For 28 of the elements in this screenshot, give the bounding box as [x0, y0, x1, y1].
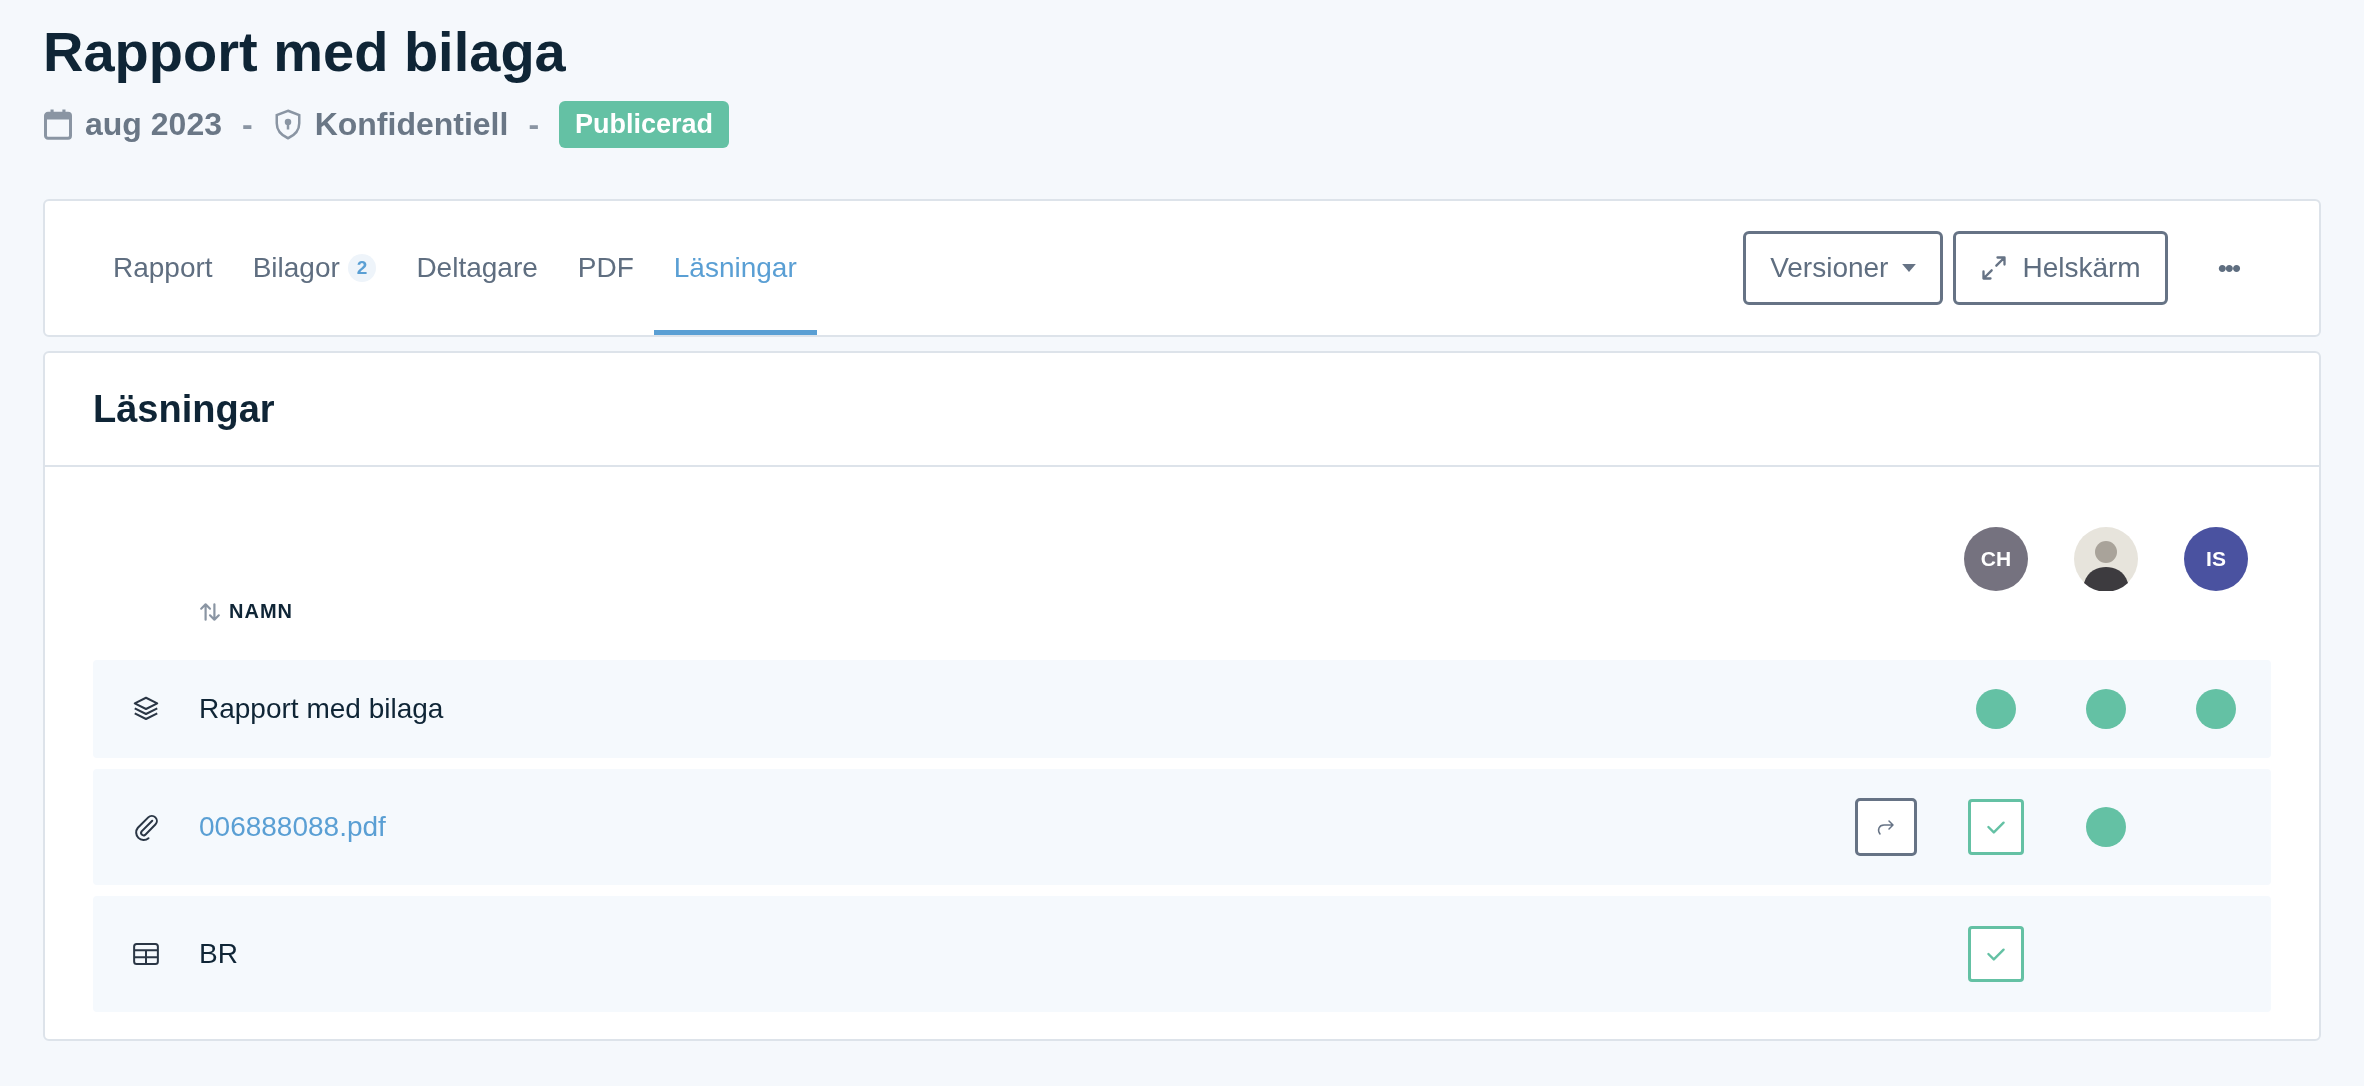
caret-icon	[1902, 264, 1917, 272]
tab[interactable]: PDF	[557, 201, 654, 335]
tab[interactable]: Rapport	[93, 201, 233, 335]
separator: -	[528, 105, 540, 143]
item-name: BR	[199, 938, 238, 969]
avatar: IS	[2184, 527, 2248, 591]
avatar: CH	[1964, 527, 2028, 591]
item-name: Rapport med bilaga	[199, 693, 444, 724]
separator: -	[241, 105, 253, 143]
sort-icon	[199, 600, 221, 623]
name-column-header[interactable]: NAMN	[199, 600, 293, 623]
panel-title: Läsningar	[93, 387, 275, 431]
calendar-icon	[43, 107, 73, 141]
forward-button[interactable]	[1855, 798, 1917, 856]
page-title: Rapport med bilaga	[43, 19, 567, 85]
tab[interactable]: Bilagor 2	[232, 201, 397, 335]
count-badge: 2	[347, 254, 377, 282]
tab[interactable]: Läsningar	[653, 201, 817, 335]
avatar-silhouette-icon	[2074, 527, 2138, 591]
classification-text: Konfidentiell	[314, 105, 509, 143]
status-badge: Publicerad	[559, 100, 730, 148]
tab[interactable]: Deltagare	[396, 201, 558, 335]
date-text: aug 2023	[85, 105, 222, 143]
expand-icon	[1980, 254, 2009, 282]
more-button[interactable]: •••	[2177, 242, 2279, 294]
fullscreen-button[interactable]: Helskärm	[1953, 231, 2168, 305]
file-link[interactable]: 006888088.pdf	[199, 811, 386, 842]
versions-button[interactable]: Versioner	[1743, 231, 1944, 305]
